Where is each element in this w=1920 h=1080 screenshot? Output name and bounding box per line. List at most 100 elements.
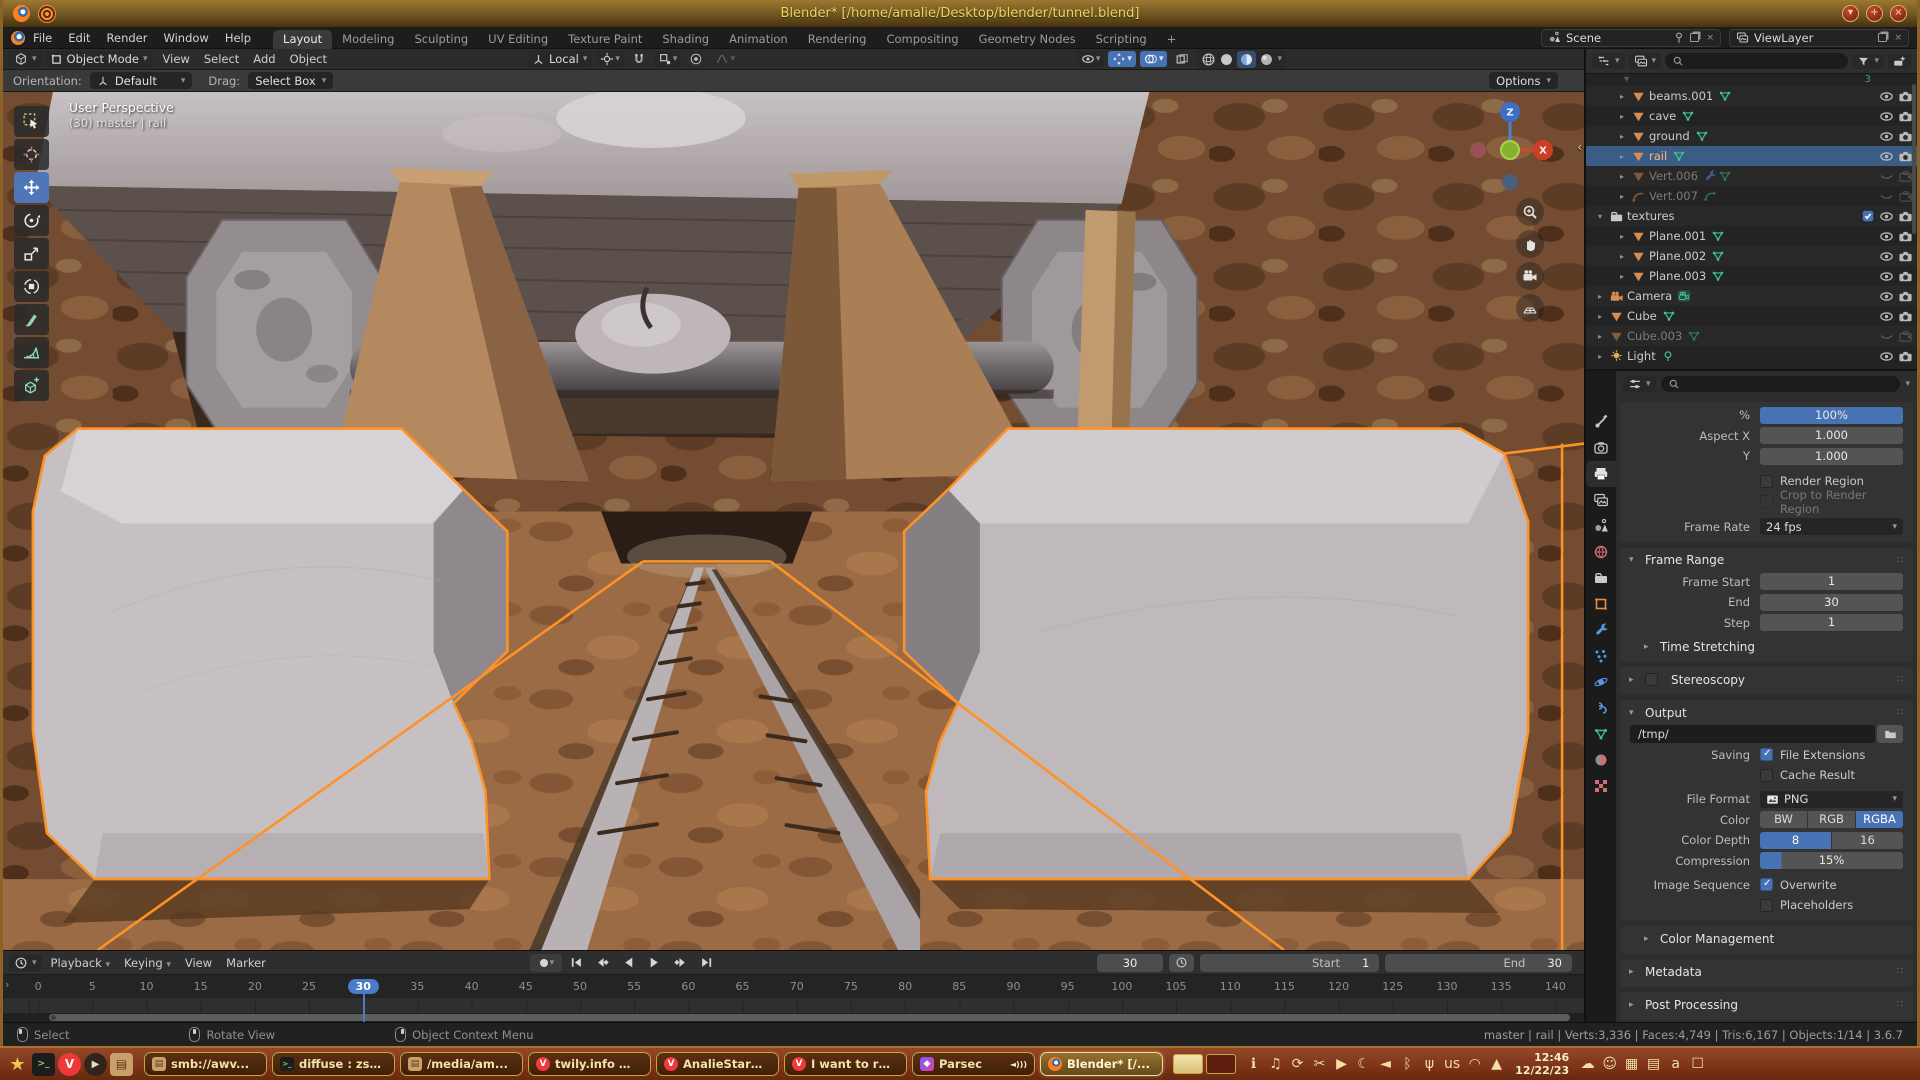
menu-item[interactable]: File <box>25 31 60 45</box>
tool-rotate[interactable] <box>14 205 49 236</box>
jump-to-start-button[interactable] <box>566 954 588 972</box>
disable-in-renders-toggle[interactable] <box>1898 269 1913 284</box>
disable-in-renders-toggle[interactable] <box>1898 229 1913 244</box>
hide-in-viewport-toggle[interactable] <box>1879 329 1894 344</box>
tab-scene[interactable] <box>1586 513 1616 539</box>
object-visibility-selector[interactable]: ▾ <box>1077 51 1105 67</box>
disable-in-renders-toggle[interactable] <box>1898 329 1913 344</box>
selectability-checkbox[interactable] <box>1861 109 1875 123</box>
object-name[interactable]: Camera <box>1627 289 1672 303</box>
shading-material-button[interactable] <box>1237 51 1256 68</box>
axis-navigation-gizmo[interactable]: Z X <box>1464 98 1556 190</box>
workspace-tab[interactable]: Layout <box>273 30 332 49</box>
hide-in-viewport-toggle[interactable] <box>1879 209 1894 224</box>
color-rgb-button[interactable]: RGB <box>1808 811 1855 828</box>
workspace-tab[interactable]: Rendering <box>798 30 877 49</box>
depth-8-button[interactable]: 8 <box>1760 832 1831 849</box>
selectability-checkbox[interactable] <box>1861 209 1875 223</box>
drag-dropdown[interactable]: Select Box▾ <box>248 72 333 89</box>
orientation-dropdown[interactable]: Default▾ <box>90 72 193 89</box>
disable-in-renders-toggle[interactable] <box>1898 129 1913 144</box>
outliner-row[interactable]: ▸ Plane.001 <box>1586 226 1917 246</box>
tab-world[interactable] <box>1586 539 1616 565</box>
output-path-field[interactable]: /tmp/ <box>1630 725 1875 743</box>
outliner-display-mode[interactable]: ▾ <box>1629 53 1662 69</box>
tray-wifi-icon[interactable]: ◠ <box>1467 1056 1482 1072</box>
rail-beam-right[interactable] <box>904 429 1528 879</box>
disable-in-renders-toggle[interactable] <box>1898 189 1913 204</box>
menu-item[interactable]: Window <box>155 31 216 45</box>
taskbar-window-button[interactable]: twily.info ~... <box>528 1052 651 1076</box>
outliner-row[interactable]: ▸ rail <box>1586 146 1917 166</box>
tab-physics[interactable] <box>1586 669 1616 695</box>
expand-arrow[interactable]: ▸ <box>1616 112 1628 121</box>
hide-in-viewport-toggle[interactable] <box>1879 109 1894 124</box>
frame-start-field[interactable]: 1 <box>1760 573 1903 590</box>
taskbar-clock[interactable]: 12:46 12/22/23 <box>1515 1051 1569 1077</box>
disable-in-renders-toggle[interactable] <box>1898 349 1913 364</box>
hide-in-viewport-toggle[interactable] <box>1879 289 1894 304</box>
expand-arrow[interactable]: ▸ <box>1616 172 1628 181</box>
outliner-row[interactable]: ▸ ground <box>1586 126 1917 146</box>
hide-in-viewport-toggle[interactable] <box>1879 189 1894 204</box>
metadata-panel-header[interactable]: ▸Metadata∷ <box>1620 961 1913 982</box>
tray-update-icon[interactable]: ⟳ <box>1290 1056 1305 1072</box>
object-name[interactable]: textures <box>1627 209 1675 223</box>
hide-in-viewport-toggle[interactable] <box>1879 309 1894 324</box>
tool-annotate[interactable] <box>14 304 49 335</box>
tool-transform[interactable] <box>14 271 49 302</box>
taskbar-window-button[interactable]: smb://awv... <box>144 1052 267 1076</box>
tool-select-box[interactable] <box>14 106 49 137</box>
resolution-percentage-slider[interactable]: 100% <box>1760 407 1903 424</box>
expand-arrow[interactable]: ▸ <box>1594 292 1606 301</box>
color-bw-button[interactable]: BW <box>1760 811 1807 828</box>
object-name[interactable]: Vert.006 <box>1649 169 1698 183</box>
disable-in-renders-toggle[interactable] <box>1898 169 1913 184</box>
timeline-expand-arrow[interactable]: › <box>5 978 9 991</box>
tray-bluetooth-icon[interactable]: ᛒ <box>1400 1056 1415 1072</box>
play-reverse-button[interactable] <box>618 954 640 972</box>
tray-night-color-icon[interactable]: ☾ <box>1356 1056 1371 1072</box>
taskbar-window-button[interactable]: diffuse : zs... <box>272 1052 395 1076</box>
object-name[interactable]: Light <box>1627 349 1656 363</box>
frame-start-field[interactable]: Start1 <box>1200 954 1379 972</box>
scene-selector[interactable]: Scene × <box>1541 29 1721 47</box>
snap-target-selector[interactable]: ▾ <box>654 51 682 67</box>
viewport-menu-item[interactable]: View <box>156 52 197 66</box>
launcher-terminal[interactable]: >_ <box>32 1053 55 1076</box>
workspace-tab[interactable]: Animation <box>719 30 798 49</box>
expand-arrow[interactable]: ▸ <box>1594 312 1606 321</box>
playhead[interactable] <box>363 992 365 1022</box>
browse-folder-button[interactable] <box>1877 725 1903 743</box>
editor-type-selector[interactable]: ▾ <box>9 51 42 67</box>
tray-clipboard-icon[interactable]: ✂ <box>1312 1056 1327 1072</box>
current-frame-field[interactable]: 30 <box>1097 954 1163 972</box>
region-collapse-arrow[interactable]: ‹ <box>1577 140 1582 154</box>
expand-arrow[interactable]: ▸ <box>1616 232 1628 241</box>
timeline-tracks[interactable] <box>3 997 1584 1013</box>
color-management-panel-header[interactable]: ▸Color Management <box>1620 928 1913 949</box>
outliner-row[interactable]: ▸ Cube.003 <box>1586 326 1917 346</box>
hide-in-viewport-toggle[interactable] <box>1879 129 1894 144</box>
prev-keyframe-button[interactable] <box>592 954 614 972</box>
hide-in-viewport-toggle[interactable] <box>1879 149 1894 164</box>
pan-hand-button[interactable] <box>1516 230 1544 258</box>
workspace-2[interactable] <box>1206 1054 1236 1074</box>
selectability-checkbox[interactable] <box>1861 189 1875 203</box>
tray-usb-icon[interactable]: ψ <box>1422 1056 1437 1072</box>
use-preview-range-button[interactable] <box>1169 954 1194 972</box>
pin-icon[interactable] <box>1673 32 1685 44</box>
tray-emoji-icon[interactable]: ☺ <box>1602 1056 1617 1072</box>
launcher-file-manager[interactable]: ▤ <box>110 1053 133 1076</box>
taskbar-window-button[interactable]: Blender* [/... <box>1040 1052 1163 1076</box>
disable-in-renders-toggle[interactable] <box>1898 209 1913 224</box>
window-close-button[interactable]: × <box>1890 5 1907 22</box>
timeline-scrollbar[interactable] <box>3 1013 1584 1022</box>
workspace-tab[interactable]: Sculpting <box>404 30 478 49</box>
outliner-row[interactable]: ▸ beams.001 <box>1586 86 1917 106</box>
outliner-row[interactable]: ▸ cave <box>1586 106 1917 126</box>
properties-editor-selector[interactable]: ▾ <box>1623 376 1656 392</box>
zoom-button[interactable] <box>1516 198 1544 226</box>
object-name[interactable]: Cube.003 <box>1627 329 1682 343</box>
selectability-checkbox[interactable] <box>1861 249 1875 263</box>
